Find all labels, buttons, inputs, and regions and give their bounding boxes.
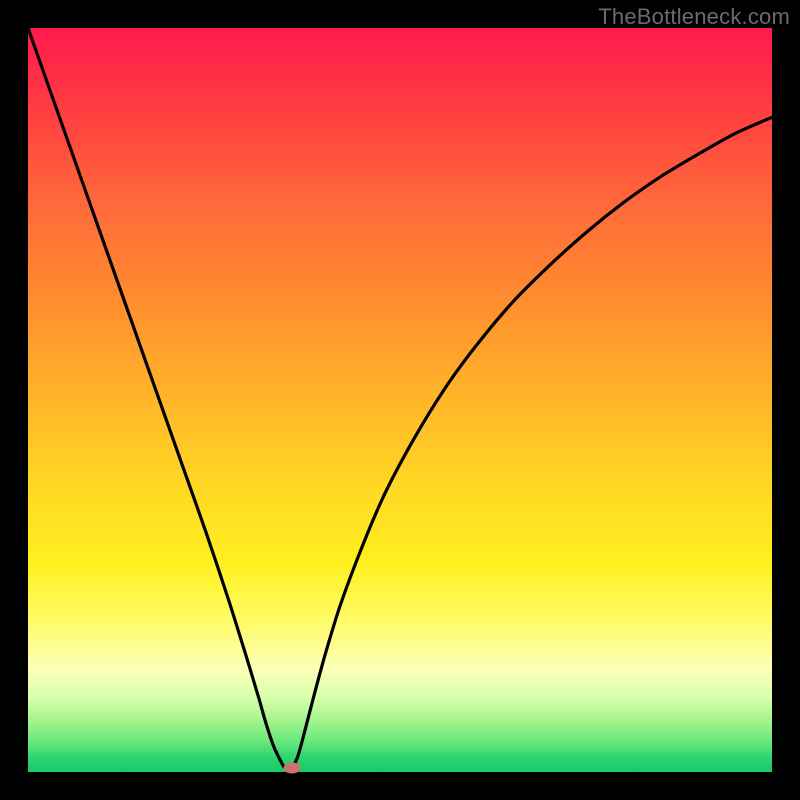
chart-frame: TheBottleneck.com	[0, 0, 800, 800]
optimum-marker	[284, 763, 301, 774]
plot-area	[28, 28, 772, 772]
watermark-text: TheBottleneck.com	[598, 4, 790, 30]
bottleneck-curve	[28, 28, 772, 772]
